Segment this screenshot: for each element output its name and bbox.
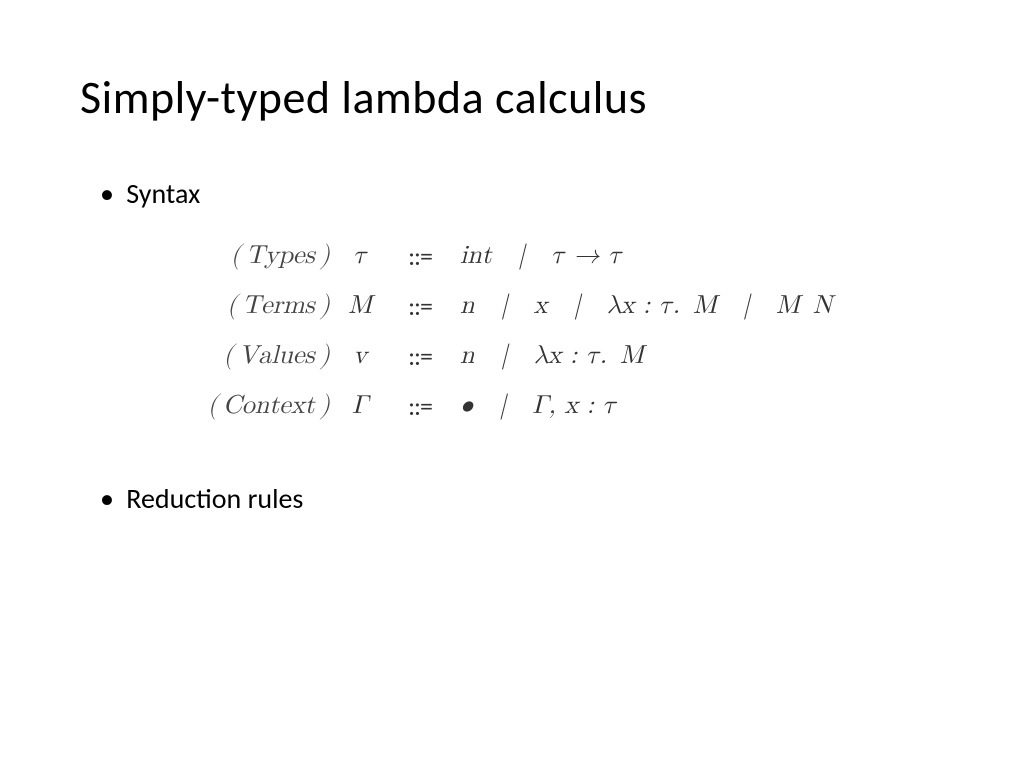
grammar-eq: ::=: [390, 390, 450, 422]
grammar-eq: ::=: [390, 240, 450, 272]
grammar-label: ( Context ): [180, 391, 330, 422]
grammar-symbol: v: [330, 341, 390, 372]
grammar-rhs: n | λx : τ. M: [450, 341, 644, 372]
grammar-symbol: Γ: [330, 391, 390, 422]
grammar-symbol: M: [330, 291, 390, 322]
grammar-row-context: ( Context ) Γ ::= • | Γ, x : τ: [180, 381, 944, 431]
grammar-rhs: n | x | λx : τ. M | M N: [450, 291, 832, 322]
slide-title: Simply-typed lambda calculus: [80, 70, 944, 126]
grammar-rhs: • | Γ, x : τ: [450, 391, 616, 422]
grammar-eq: ::=: [390, 290, 450, 322]
bullet-syntax: Syntax: [100, 176, 944, 211]
bullet-reduction: Reduction rules: [100, 481, 944, 516]
grammar-label: ( Terms ): [180, 291, 330, 322]
grammar-symbol: τ: [330, 241, 390, 272]
grammar-block: ( Types ) τ ::= int | τ → τ ( Terms ) M …: [180, 231, 944, 431]
grammar-row-types: ( Types ) τ ::= int | τ → τ: [180, 231, 944, 281]
grammar-eq: ::=: [390, 340, 450, 372]
grammar-label: ( Values ): [180, 341, 330, 372]
grammar-rhs: int | τ → τ: [450, 241, 622, 272]
grammar-label: ( Types ): [180, 241, 330, 272]
grammar-row-values: ( Values ) v ::= n | λx : τ. M: [180, 331, 944, 381]
grammar-row-terms: ( Terms ) M ::= n | x | λx : τ. M | M N: [180, 281, 944, 331]
